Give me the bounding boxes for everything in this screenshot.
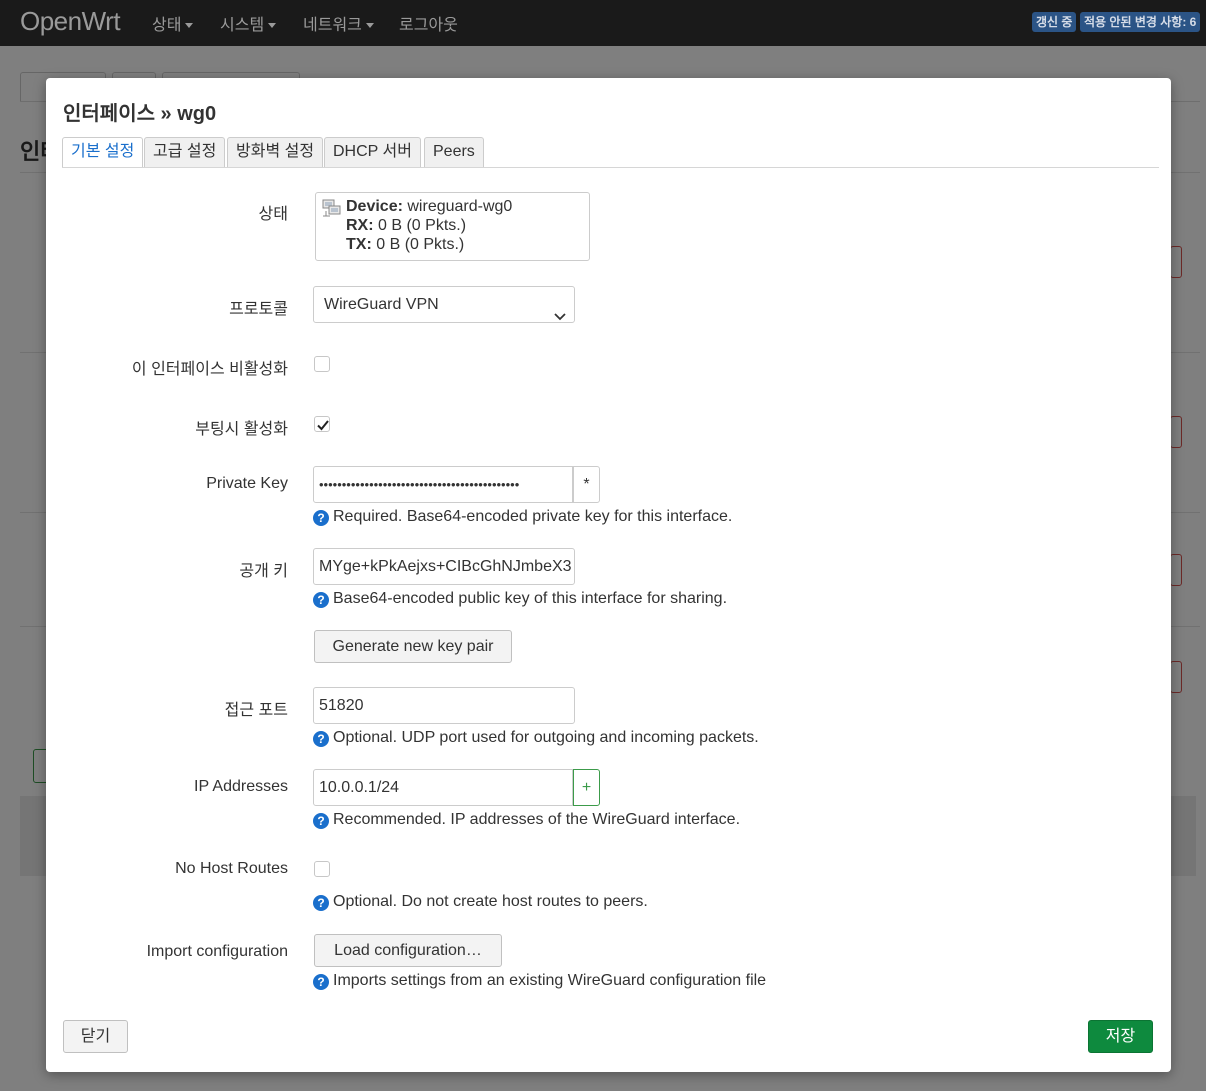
tab-peers[interactable]: Peers: [424, 137, 484, 167]
tab-divider: [62, 167, 1159, 168]
modal-title: 인터페이스 » wg0: [63, 103, 217, 125]
close-button[interactable]: 닫기: [63, 1020, 128, 1053]
help-icon: ?: [313, 510, 329, 526]
network-device-icon: [322, 199, 342, 222]
chevron-down-icon: [554, 299, 566, 334]
ip-addresses-help: ? Recommended. IP addresses of the WireGu…: [313, 811, 740, 829]
add-ip-address-button[interactable]: +: [573, 769, 600, 806]
updating-badge: 갱신 중: [1032, 12, 1077, 32]
brand-logo[interactable]: OpenWrt: [20, 6, 121, 37]
no-host-routes-label: No Host Routes: [175, 860, 288, 877]
status-label: 상태: [258, 206, 288, 223]
no-host-routes-help: ? Optional. Do not create host routes to …: [313, 893, 648, 911]
import-config-help: ? Imports settings from an existing WireG…: [313, 972, 766, 990]
tab-firewall[interactable]: 방화벽 설정: [227, 137, 324, 167]
tab-dhcp[interactable]: DHCP 서버: [324, 137, 421, 167]
top-navbar: OpenWrt 상태 시스템 네트워크 로그아웃 갱신 중 적용 안된 변경 사…: [0, 0, 1206, 46]
menu-status[interactable]: 상태: [152, 11, 194, 35]
private-key-label: Private Key: [206, 475, 288, 492]
help-icon: ?: [313, 813, 329, 829]
unsaved-changes-badge[interactable]: 적용 안된 변경 사항: 6: [1080, 12, 1201, 32]
device-line: Device: wireguard-wg0: [346, 198, 513, 215]
load-configuration-button[interactable]: Load configuration…: [314, 934, 502, 967]
reveal-password-button[interactable]: *: [573, 466, 600, 503]
generate-key-pair-button[interactable]: Generate new key pair: [314, 630, 512, 663]
listen-port-help: ? Optional. UDP port used for outgoing an…: [313, 729, 759, 747]
tab-general[interactable]: 기본 설정: [62, 137, 144, 168]
listen-port-label: 접근 포트: [224, 702, 288, 719]
disable-interface-label: 이 인터페이스 비활성화: [131, 361, 288, 378]
menu-system[interactable]: 시스템: [220, 11, 277, 35]
help-icon: ?: [313, 592, 329, 608]
interface-modal: 인터페이스 » wg0 기본 설정 고급 설정 방화벽 설정 DHCP 서버 P…: [46, 78, 1171, 1072]
private-key-input[interactable]: ••••••••••••••••••••••••••••••••••••••••…: [313, 466, 573, 503]
protocol-select[interactable]: WireGuard VPN: [313, 286, 575, 323]
no-host-routes-checkbox[interactable]: [314, 861, 330, 877]
public-key-label: 공개 키: [239, 563, 288, 580]
caret-down-icon: [365, 23, 374, 29]
public-key-help: ? Base64-encoded public key of this inter…: [313, 590, 727, 608]
disable-interface-checkbox[interactable]: [314, 356, 330, 372]
listen-port-input[interactable]: 51820: [313, 687, 575, 724]
menu-network[interactable]: 네트워크: [303, 11, 374, 35]
help-icon: ?: [313, 895, 329, 911]
ip-address-input[interactable]: 10.0.0.1/24: [313, 769, 573, 806]
checkmark-icon: [317, 420, 329, 431]
help-icon: ?: [313, 974, 329, 990]
tx-line: TX: 0 B (0 Pkts.): [346, 236, 465, 253]
save-button[interactable]: 저장: [1088, 1020, 1153, 1053]
caret-down-icon: [185, 23, 194, 29]
rx-line: RX: 0 B (0 Pkts.): [346, 217, 467, 234]
bring-up-on-boot-label: 부팅시 활성화: [195, 421, 288, 438]
device-status-box: Device: wireguard-wg0 RX: 0 B (0 Pkts.) …: [315, 192, 590, 261]
public-key-input[interactable]: MYge+kPkAejxs+CIBcGhNJmbeX3: [313, 548, 575, 585]
bring-up-on-boot-checkbox[interactable]: [314, 416, 330, 432]
caret-down-icon: [268, 23, 277, 29]
protocol-label: 프로토콜: [229, 301, 288, 318]
import-config-label: Import configuration: [146, 943, 288, 960]
ip-addresses-label: IP Addresses: [194, 778, 288, 795]
private-key-help: ? Required. Base64-encoded private key fo…: [313, 508, 732, 526]
help-icon: ?: [313, 731, 329, 747]
tab-advanced[interactable]: 고급 설정: [144, 137, 226, 167]
menu-logout[interactable]: 로그아웃: [399, 11, 458, 35]
